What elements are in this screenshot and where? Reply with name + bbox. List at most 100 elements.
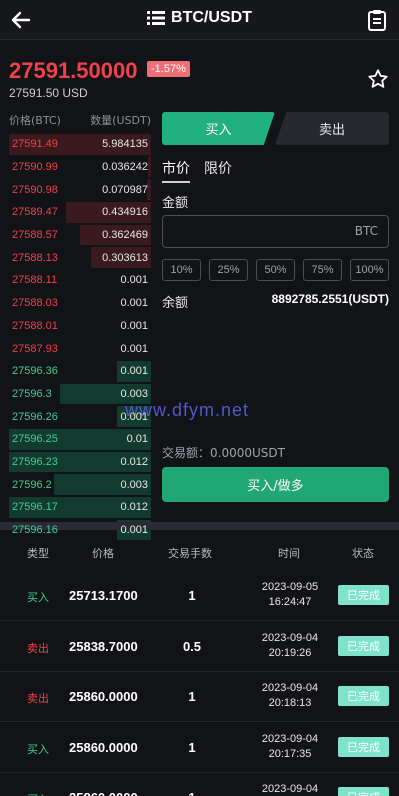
side-tabs: 买入 卖出 (162, 112, 389, 145)
history-date-line: 2023-09-04 (261, 783, 319, 795)
percent-buttons: 10% 25% 50% 75% 100% (162, 259, 389, 281)
bid-price: 27596.2 (12, 478, 52, 491)
history-date-line: 2023-09-04 (261, 682, 319, 694)
history-lots: 1 (188, 689, 196, 704)
history-lots-header: 交易手数 (168, 547, 212, 560)
ask-qty: 0.001 (120, 297, 148, 310)
balance-value: 8892785.2551(USDT) (271, 292, 389, 306)
history-lots: 1 (170, 790, 214, 796)
pct-100-button[interactable]: 100% (350, 259, 389, 281)
bid-price: 27596.36 (12, 365, 58, 378)
history-price: 25860.0000 (69, 739, 138, 755)
ask-row[interactable]: 27588.03 0.001 (9, 292, 151, 315)
tab-market[interactable]: 市价 (162, 158, 190, 183)
ask-price: 27590.99 (12, 161, 58, 174)
history-type: 买入 (27, 791, 49, 796)
history-lots: 1 (188, 739, 196, 755)
balance-label: 余额 (162, 296, 189, 311)
tab-buy[interactable]: 买入 (162, 112, 275, 145)
history-status-header: 状态 (352, 547, 374, 560)
ask-price: 27588.01 (12, 319, 58, 332)
history-lots: 1 (188, 588, 196, 603)
history-time: 2023-09-05 16:24:47 (253, 580, 327, 610)
change-badge: -1.57% (147, 61, 190, 77)
qty-column-header: 数量(USDT) (90, 114, 151, 127)
ask-row[interactable]: 27588.13 0.303613 (9, 246, 151, 269)
bid-price: 27596.25 (12, 433, 58, 446)
buy-long-button[interactable]: 买入/做多 (162, 467, 389, 502)
ask-qty: 0.434916 (102, 206, 148, 219)
history-time: 2023-09-04 20:18:13 (253, 681, 327, 711)
bid-qty: 0.012 (120, 455, 148, 468)
history-type-header: 类型 (27, 547, 49, 560)
history-type: 买入 (27, 742, 49, 756)
ask-row[interactable]: 27587.93 0.001 (9, 337, 151, 360)
bid-qty: 0.001 (120, 410, 148, 423)
bid-row[interactable]: 27596.23 0.012 (9, 451, 151, 474)
bid-qty: 0.003 (120, 478, 148, 491)
ask-price: 27588.11 (12, 274, 58, 287)
history-row: 买入 25860.0000 1 2023-09-0420:16:59 已完成 (0, 773, 399, 796)
history-time: 2023-09-0420:16:59 (253, 782, 327, 796)
history-type: 卖出 (27, 641, 49, 655)
bid-row[interactable]: 27596.25 0.01 (9, 428, 151, 451)
pct-25-button[interactable]: 25% (209, 259, 248, 281)
history-date-line: 2023-09-04 (261, 631, 319, 644)
status-badge: 已完成 (338, 787, 389, 796)
history-lots: 0.5 (182, 638, 202, 654)
history-row: 买入 25860.0000 1 2023-09-04 20:17:35 已完成 (0, 723, 399, 773)
history-row: 买入 25713.1700 1 2023-09-05 16:24:47 已完成 (0, 571, 399, 621)
bid-price: 27596.17 (12, 501, 58, 514)
ask-price: 27588.13 (12, 251, 58, 264)
history-price: 25860.0000 (69, 689, 138, 704)
history-price: 25713.1700 (69, 588, 138, 603)
bid-row[interactable]: 27596.2 0.003 (9, 473, 151, 496)
ask-row[interactable]: 27591.49 5.984135 (9, 133, 151, 156)
favorite-star-icon[interactable] (367, 68, 389, 90)
ask-qty: 5.984135 (102, 138, 148, 151)
pair-selector[interactable]: BTC/USDT (0, 9, 399, 27)
status-badge: 已完成 (338, 736, 389, 757)
history-time: 2023-09-04 20:17:35 (253, 732, 327, 762)
order-type-tabs: 市价 限价 (162, 158, 232, 183)
history-date-line: 2023-09-05 (261, 581, 319, 593)
ask-qty: 0.070987 (102, 183, 148, 196)
history-time-line: 16:24:47 (268, 596, 312, 608)
history-time-line: 20:18:13 (268, 697, 312, 709)
ask-row[interactable]: 27590.99 0.036242 (9, 156, 151, 179)
ask-price: 27590.98 (12, 183, 58, 196)
bid-price: 27596.16 (12, 524, 58, 537)
history-time-line: 20:19:26 (268, 646, 312, 659)
ask-row[interactable]: 27590.98 0.070987 (9, 178, 151, 201)
pct-75-button[interactable]: 75% (303, 259, 342, 281)
price-column-header: 价格(BTC) (9, 114, 61, 127)
status-badge: 已完成 (338, 635, 389, 656)
ask-qty: 0.362469 (102, 229, 148, 242)
amount-field: BTC (162, 215, 389, 248)
ask-row[interactable]: 27588.11 0.001 (9, 269, 151, 292)
bid-price: 27596.3 (12, 387, 52, 400)
pct-10-button[interactable]: 10% (162, 259, 201, 281)
top-bar: BTC/USDT (0, 0, 399, 40)
orderbook: 27591.49 5.984135 27590.99 0.036242 27590.98… (9, 133, 151, 541)
tab-sell[interactable]: 卖出 (275, 112, 389, 145)
amount-input[interactable] (163, 216, 343, 247)
bid-price: 27596.26 (12, 410, 58, 423)
bid-row[interactable]: 27596.17 0.012 (9, 496, 151, 519)
ask-row[interactable]: 27589.47 0.434916 (9, 201, 151, 224)
balance-row: 余额 8892785.2551(USDT) (162, 292, 389, 311)
tab-limit[interactable]: 限价 (204, 158, 232, 183)
amount-label: 金额 (162, 196, 189, 211)
history-header: 类型 价格 交易手数 时间 状态 (0, 545, 399, 563)
last-price: 27591.50000 (9, 58, 138, 83)
order-record-icon[interactable] (367, 9, 387, 31)
history-row: 卖出 25860.0000 1 2023-09-04 20:18:13 已完成 (0, 672, 399, 722)
list-menu-icon (147, 11, 166, 25)
bid-row[interactable]: 27596.36 0.001 (9, 360, 151, 383)
pct-50-button[interactable]: 50% (256, 259, 295, 281)
ask-row[interactable]: 27588.01 0.001 (9, 315, 151, 338)
ask-row[interactable]: 27588.57 0.362469 (9, 224, 151, 247)
bid-qty: 0.01 (126, 433, 148, 446)
page-title: BTC/USDT (171, 9, 252, 26)
status-badge: 已完成 (338, 585, 389, 605)
